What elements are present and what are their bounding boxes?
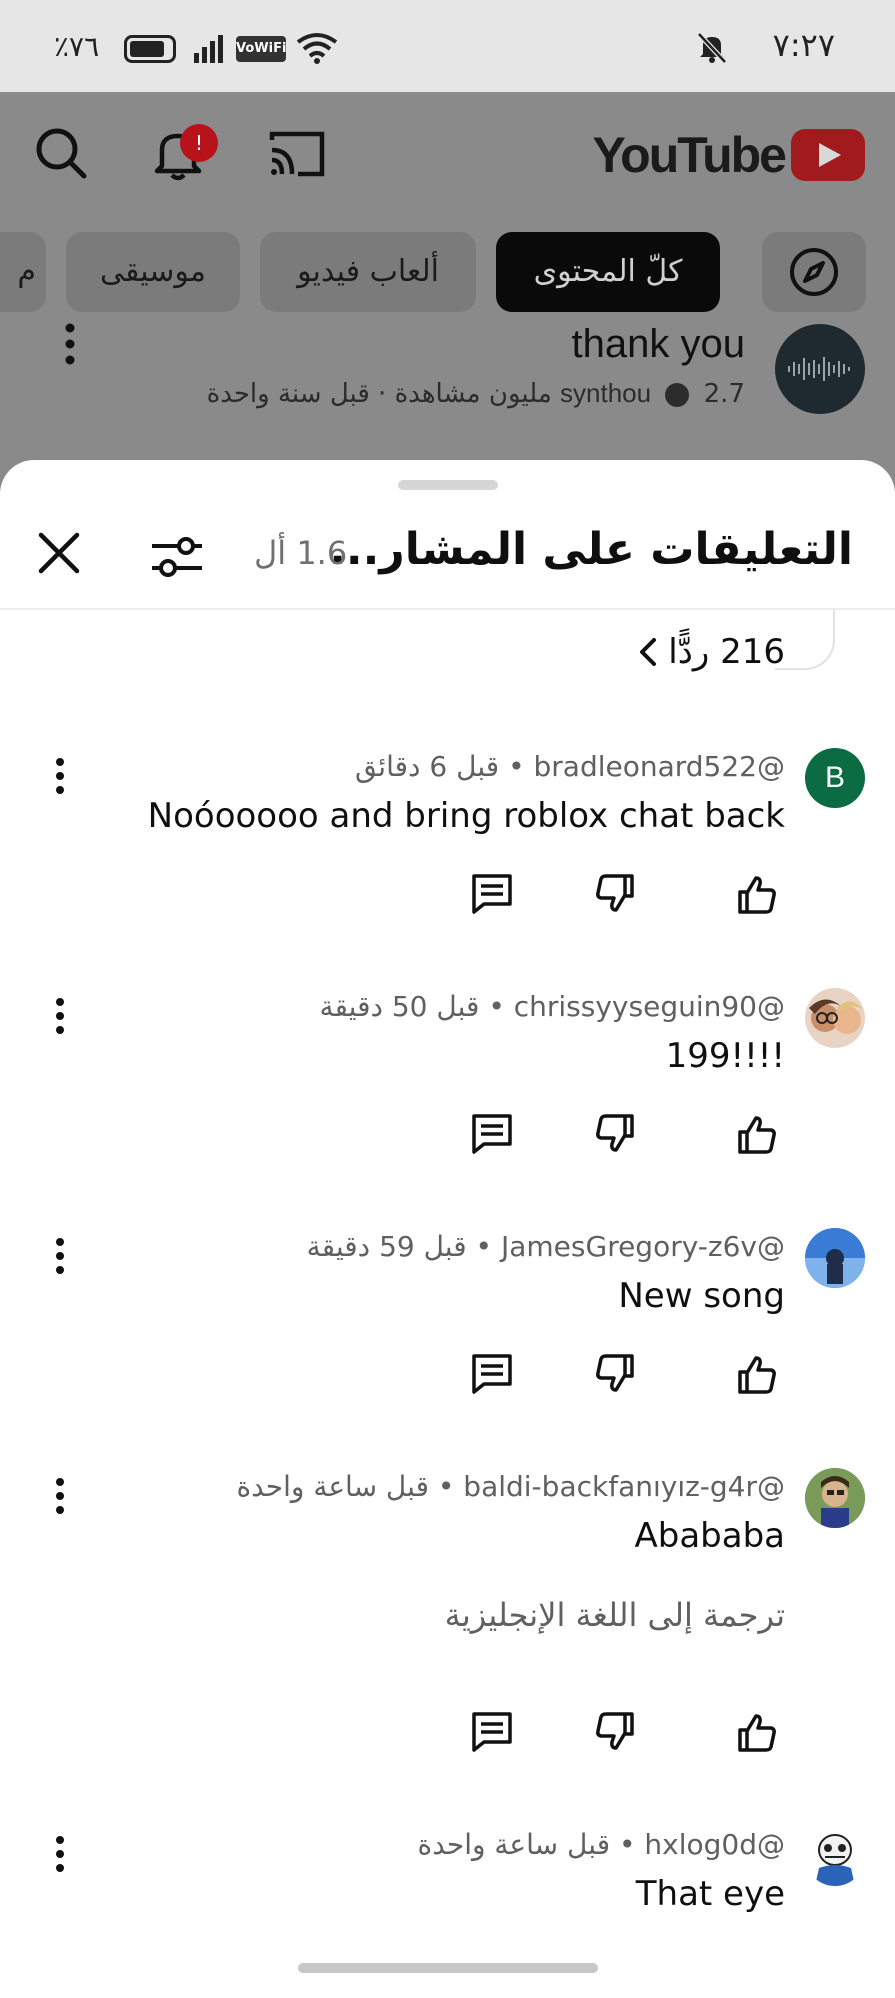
battery-icon [124,35,176,63]
comment-text: 199!!!! [665,1036,785,1076]
like-icon[interactable] [734,1352,778,1396]
compass-icon [790,248,838,296]
cast-icon[interactable] [268,130,326,178]
like-icon[interactable] [734,872,778,916]
chip-video-games[interactable]: ألعاب فيديو [260,232,476,312]
chip-music[interactable]: موسيقى [66,232,240,312]
avatar[interactable] [805,1826,865,1886]
avatar-image [809,999,863,1034]
comment-actions [0,1710,895,1760]
video-title: thank you [571,322,745,366]
video-row[interactable]: thank you synthou 2.7 مليون مشاهدة · قبل… [0,320,895,440]
dislike-icon[interactable] [594,1710,638,1754]
filter-icon[interactable] [150,532,204,582]
like-icon[interactable] [734,1710,778,1754]
explore-chip[interactable] [762,232,866,312]
avatar[interactable] [805,1228,865,1288]
avatar-image [805,1228,865,1288]
comment-author[interactable]: @baldi-backfanıyız-g4r [463,1470,785,1503]
comment-time: قبل 50 دقيقة [319,990,480,1023]
reply-icon[interactable] [470,872,514,916]
more-options-icon[interactable] [50,1236,70,1276]
avatar-image [815,1834,855,1886]
channel-name: synthou [560,378,652,408]
waveform-icon [788,357,850,381]
comment-actions [0,872,895,922]
comment-text: Abababa [634,1516,785,1556]
comment-time: قبل ساعة واحدة [417,1828,611,1861]
reply-icon[interactable] [470,1352,514,1396]
reply-icon[interactable] [470,1710,514,1754]
drag-handle[interactable] [398,480,498,490]
chip-partial[interactable]: م [0,232,46,312]
search-icon[interactable] [34,126,88,180]
reply-icon[interactable] [470,1112,514,1156]
comment-actions [0,1352,895,1402]
comment-author[interactable]: @chrissyyseguin90 [514,990,785,1023]
comment-text: That eye [635,1874,785,1914]
status-bar: ٪٧٦ VoWiFi ٧:٢٧ [0,0,895,92]
close-icon[interactable] [36,530,82,576]
avatar[interactable] [805,1468,865,1528]
comment-time: قبل 59 دقيقة [306,1230,467,1263]
wifi-icon [296,33,338,64]
battery-percent: ٪٧٦ [54,30,100,63]
comment-actions [0,1112,895,1162]
comment-time: قبل 6 دقائق [354,750,500,783]
mute-bell-icon [697,32,727,64]
clock: ٧:٢٧ [772,26,835,64]
comment-header: @JamesGregory-z6v • قبل 59 دقيقة [306,1230,785,1263]
avatar[interactable] [805,988,865,1048]
comment-header: @baldi-backfanıyız-g4r • قبل ساعة واحدة [236,1470,785,1503]
youtube-wordmark: YouTube [592,127,787,183]
replies-link[interactable]: 216 ردًّا [638,632,785,672]
comment-count: 1.6 أل [254,534,348,572]
like-icon[interactable] [734,1112,778,1156]
avatar-image [805,1468,865,1528]
channel-icon [665,382,690,407]
video-meta: synthou 2.7 مليون مشاهدة · قبل سنة واحدة [207,378,745,409]
avatar[interactable]: B [805,748,865,808]
comment-author[interactable]: @hxlog0d [644,1828,785,1861]
comment-author[interactable]: @bradleonard522 [534,750,786,783]
youtube-logo[interactable]: YouTube [593,126,865,184]
replies-label: 216 ردًّا [668,632,785,672]
chip-all[interactable]: كلّ المحتوى [496,232,720,312]
category-chips: كلّ المحتوى ألعاب فيديو موسيقى م [0,232,895,312]
home-indicator[interactable] [298,1963,598,1973]
dislike-icon[interactable] [594,872,638,916]
translate-link[interactable]: ترجمة إلى اللغة الإنجليزية [445,1596,785,1634]
app-root: ٪٧٦ VoWiFi ٧:٢٧ ! YouTube كلّ المحتوى أل… [0,0,895,1998]
signal-icon [194,35,223,63]
comment-header: @chrissyyseguin90 • قبل 50 دقيقة [319,990,785,1023]
comment-time: قبل ساعة واحدة [236,1470,429,1503]
sheet-header: التعليقات على المشار... 1.6 أل [0,500,895,610]
comment-header: @hxlog0d • قبل ساعة واحدة [417,1828,785,1861]
dislike-icon[interactable] [594,1352,638,1396]
comment-text: Noóooooo and bring roblox chat back [147,796,785,836]
sheet-title: التعليقات على المشار... [329,524,853,575]
more-options-icon[interactable] [60,320,80,368]
more-options-icon[interactable] [50,1476,70,1516]
more-options-icon[interactable] [50,996,70,1036]
comments-sheet: التعليقات على المشار... 1.6 أل 216 ردًّا… [0,460,895,1998]
comment-author[interactable]: @JamesGregory-z6v [501,1230,785,1263]
video-thumbnail [775,324,865,414]
video-stats: 2.7 مليون مشاهدة · قبل سنة واحدة [206,379,745,409]
comment-text: New song [618,1276,785,1316]
chevron-left-icon [640,638,657,666]
more-options-icon[interactable] [50,1834,70,1874]
vowifi-badge: VoWiFi [236,36,286,62]
background-app: ! YouTube كلّ المحتوى ألعاب فيديو موسيقى… [0,92,895,492]
notification-badge: ! [180,124,218,162]
more-options-icon[interactable] [50,756,70,796]
dislike-icon[interactable] [594,1112,638,1156]
comment-header: @bradleonard522 • قبل 6 دقائق [354,750,786,783]
youtube-play-icon [791,129,865,181]
